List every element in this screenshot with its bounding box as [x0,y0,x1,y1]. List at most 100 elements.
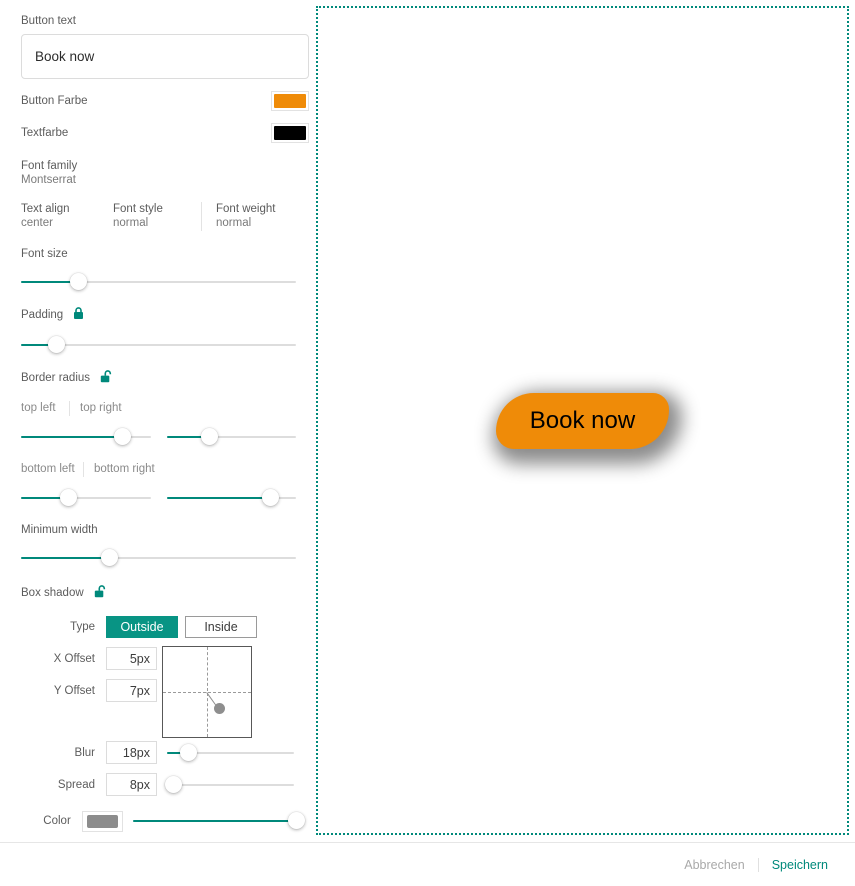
blur-value: 18px [122,745,150,760]
slider-thumb[interactable] [70,273,88,290]
text-color-swatch[interactable] [271,123,309,143]
text-align-label: Text align [21,203,70,215]
shadow-offset-pad-wrap [162,646,252,738]
shadow-type-inside-button[interactable]: Inside [185,616,257,638]
spread-label: Spread [57,778,95,791]
blur-label: Blur [74,746,95,759]
text-color-fill [274,126,306,140]
box-shadow-label-wrap: Box shadow [21,585,296,602]
button-text-value: Book now [35,49,95,64]
slider-thumb[interactable] [60,489,78,506]
slider-fill [166,497,271,499]
font-weight-value: normal [216,217,252,229]
font-family-value: Montserrat [21,174,76,186]
button-color-row: Button Farbe [21,91,309,111]
font-size-field: Font size [21,247,296,293]
y-offset-label: Y Offset [53,684,95,697]
slider-thumb[interactable] [48,336,66,353]
border-radius-label: Border radius [21,372,91,384]
shadow-opacity-slider[interactable] [133,810,305,832]
minimum-width-slider[interactable] [21,547,296,569]
slider-thumb[interactable] [287,812,305,829]
lock-open-icon[interactable] [94,585,107,602]
button-color-label: Button Farbe [21,95,88,107]
x-offset-value: 5px [129,651,150,666]
font-size-slider[interactable] [21,271,296,293]
blur-input[interactable]: 18px [106,741,157,764]
shadow-color-row: Color [21,810,305,832]
border-radius-label-wrap: Border radius [21,370,296,387]
box-shadow-field: Box shadow Type Outside Inside X Offset … [21,585,305,832]
radius-bottom-right-slider[interactable] [166,487,296,509]
button-text-label: Button text [21,15,76,27]
slider-thumb[interactable] [113,428,131,445]
radius-top-right-slider[interactable] [166,426,296,448]
shadow-type-outside-button[interactable]: Outside [106,616,178,638]
font-weight-label: Font weight [216,203,276,215]
blur-slider[interactable] [167,742,294,764]
y-offset-input[interactable]: 7px [106,679,157,702]
shadow-type-label: Type [70,621,95,633]
radius-bottom-sliders [21,477,296,509]
radius-top-sliders [21,416,296,448]
slider-thumb[interactable] [261,489,279,506]
slider-fill [133,820,296,822]
x-offset-row: X Offset 5px [21,647,296,670]
shadow-color-swatch[interactable] [81,810,124,832]
font-size-label: Font size [21,248,68,260]
font-style-field[interactable]: Font style normal [113,202,201,231]
font-family-label: Font family [21,160,78,172]
spread-slider[interactable] [164,774,294,796]
preview-button[interactable]: Book now [495,392,670,449]
shadow-type-row: Type Outside Inside [21,616,296,638]
button-text-input[interactable]: Book now [21,34,309,79]
font-style-label: Font style [113,203,163,215]
slider-thumb[interactable] [164,775,182,793]
cancel-button[interactable]: Abbrechen [671,858,757,872]
spread-input[interactable]: 8px [106,773,157,796]
border-radius-field: Border radius top left top right bottom … [21,370,296,509]
shadow-type-toggle-group: Outside Inside [106,616,257,638]
blur-row: Blur 18px [21,741,296,764]
slider-rail [167,783,294,786]
text-align-field[interactable]: Text align center [21,202,113,231]
button-color-swatch[interactable] [271,91,309,111]
radius-top-left-slider[interactable] [21,426,151,448]
radius-top-left-label: top left [21,402,56,414]
box-shadow-label: Box shadow [21,587,84,599]
text-color-row: Textfarbe [21,123,309,143]
text-align-value: center [21,217,53,229]
button-editor-app: Button text Book now Button Farbe Textfa… [0,0,855,886]
offset-pad-knob[interactable] [213,703,225,715]
slider-thumb[interactable] [180,743,198,761]
slider-fill [21,557,109,559]
spread-row: Spread 8px [21,773,296,796]
slider-thumb[interactable] [200,428,218,445]
preview-panel: Book now [316,6,849,835]
font-style-value: normal [113,217,149,229]
save-button[interactable]: Speichern [757,857,841,872]
lock-open-icon[interactable] [100,370,113,387]
radius-top-right-label: top right [69,401,122,416]
shadow-offset-pad[interactable] [162,646,252,738]
minimum-width-field: Minimum width [21,523,296,569]
padding-field: Padding [21,307,296,356]
editor-panel: Button text Book now Button Farbe Textfa… [0,0,316,840]
lock-closed-icon[interactable] [73,307,84,324]
radius-bottom-headers: bottom left bottom right [21,462,296,477]
font-weight-field[interactable]: Font weight normal [201,202,289,231]
y-offset-value: 7px [129,683,150,698]
shadow-color-fill [86,814,119,828]
radius-bottom-left-slider[interactable] [21,487,151,509]
text-color-label: Textfarbe [21,127,69,139]
font-family-field[interactable]: Font family Montserrat [21,159,296,188]
button-color-fill [274,94,306,108]
minimum-width-label: Minimum width [21,524,98,536]
padding-slider[interactable] [21,334,296,356]
padding-label: Padding [21,309,64,321]
y-offset-row: Y Offset 7px [21,679,296,702]
x-offset-input[interactable]: 5px [106,647,157,670]
x-offset-label: X Offset [53,652,95,665]
slider-fill [21,436,122,438]
slider-thumb[interactable] [100,549,118,566]
